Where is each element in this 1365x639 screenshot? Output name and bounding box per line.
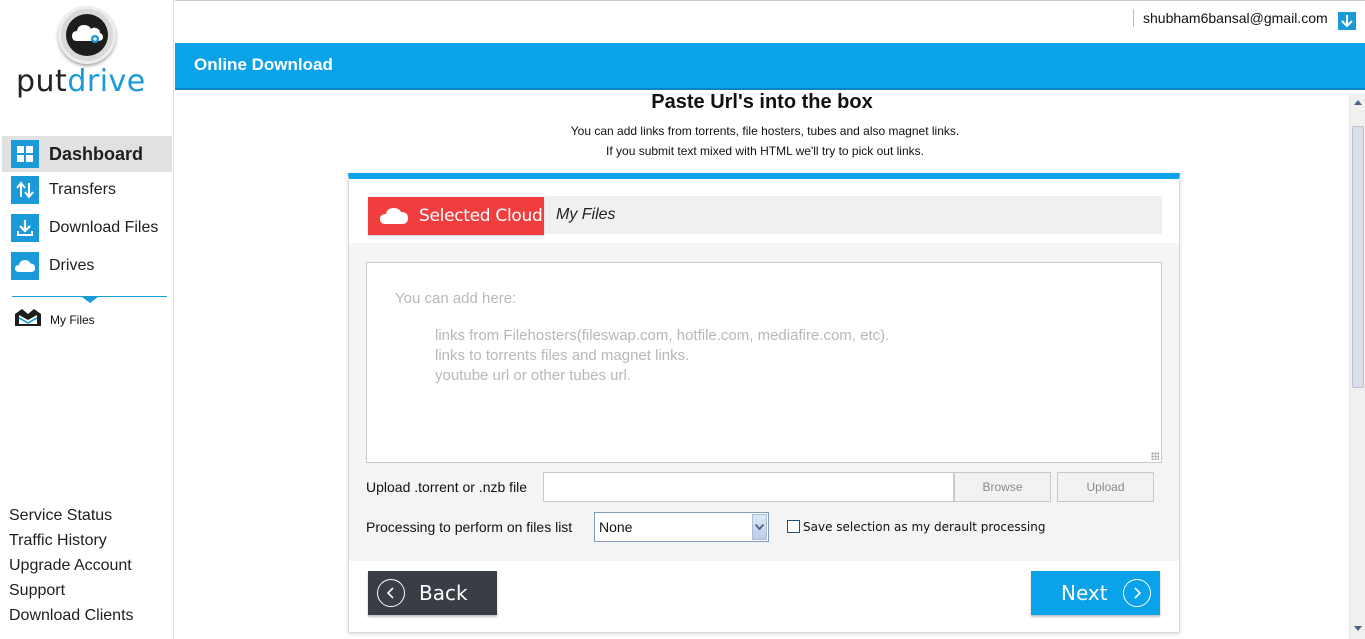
link-upgrade-account[interactable]: Upgrade Account xyxy=(9,557,132,575)
page-title: Paste Url's into the box xyxy=(651,91,873,113)
top-bar: shubham6bansal@gmail.com xyxy=(175,0,1365,43)
sidebar: putdrive Dashboard Transfers Download Fi… xyxy=(0,0,174,639)
user-menu-download-icon[interactable] xyxy=(1338,12,1356,30)
sidebar-item-dashboard[interactable]: Dashboard xyxy=(2,136,172,172)
processing-selected-value: None xyxy=(599,519,633,535)
page-header: Online Download xyxy=(175,43,1365,90)
sidebar-item-label: Dashboard xyxy=(49,143,144,164)
sidebar-item-label: Download Files xyxy=(49,219,159,236)
submenu-caret-icon xyxy=(82,297,98,303)
divider xyxy=(1133,9,1134,27)
page-header-title: Online Download xyxy=(194,55,333,74)
scroll-down-icon[interactable] xyxy=(1351,621,1365,637)
sidebar-item-label: Drives xyxy=(49,257,95,274)
browse-button[interactable]: Browse xyxy=(954,472,1051,502)
placeholder-line: links to torrents files and magnet links… xyxy=(435,347,690,364)
chevron-right-icon xyxy=(1122,579,1151,607)
torrent-file-input[interactable] xyxy=(543,472,954,502)
save-processing-label: Save selection as my derault processing xyxy=(803,520,1046,534)
resize-grip-icon[interactable] xyxy=(1151,452,1159,460)
sidebar-item-transfers[interactable]: Transfers xyxy=(2,172,172,208)
upload-button[interactable]: Upload xyxy=(1057,472,1154,502)
logo-put-text: put xyxy=(16,64,68,99)
link-support[interactable]: Support xyxy=(9,582,65,600)
folder-open-icon xyxy=(14,306,42,333)
next-button-label: Next xyxy=(1061,581,1108,605)
form-area: You can add here: links from Filehosters… xyxy=(349,243,1179,561)
placeholder-line: links from Filehosters(fileswap.com, hot… xyxy=(435,327,890,344)
cloud-icon xyxy=(11,252,39,280)
logo-wordmark: putdrive xyxy=(16,67,146,97)
selected-cloud-name: My Files xyxy=(556,206,616,223)
download-icon xyxy=(11,214,39,242)
upload-label: Upload .torrent or .nzb file xyxy=(366,479,528,495)
chevron-down-icon xyxy=(752,514,767,540)
transfer-arrows-icon xyxy=(11,176,39,204)
links-textarea[interactable]: You can add here: links from Filehosters… xyxy=(366,262,1162,463)
scrollbar-thumb[interactable] xyxy=(1352,126,1364,388)
sidebar-subitem-label: My Files xyxy=(50,312,95,327)
logo-drive-text: drive xyxy=(67,64,146,99)
logo-badge xyxy=(58,6,116,64)
processing-select[interactable]: None xyxy=(594,512,769,542)
link-download-clients[interactable]: Download Clients xyxy=(9,607,134,625)
user-email[interactable]: shubham6bansal@gmail.com xyxy=(1143,10,1328,26)
dashboard-grid-icon xyxy=(11,140,39,168)
sidebar-subitem-my-files[interactable]: My Files xyxy=(14,306,95,333)
back-button-label: Back xyxy=(419,581,468,605)
download-panel: Selected Cloud My Files You can add here… xyxy=(348,173,1180,633)
cloud-selector-bar: Selected Cloud My Files xyxy=(368,196,1162,235)
save-processing-checkbox[interactable] xyxy=(787,520,800,533)
link-traffic-history[interactable]: Traffic History xyxy=(9,532,107,550)
placeholder-intro: You can add here: xyxy=(395,290,517,307)
sidebar-item-drives[interactable]: Drives xyxy=(2,248,172,284)
logo-cloud-icon xyxy=(66,14,108,56)
next-button[interactable]: Next xyxy=(1031,571,1160,615)
back-button[interactable]: Back xyxy=(368,571,497,615)
sidebar-item-label: Transfers xyxy=(49,181,116,198)
vertical-scrollbar[interactable] xyxy=(1349,94,1365,639)
sidebar-item-download-files[interactable]: Download Files xyxy=(2,210,172,246)
cloud-icon xyxy=(379,206,409,226)
processing-label: Processing to perform on files list xyxy=(366,519,573,535)
putdrive-logo[interactable]: putdrive xyxy=(14,4,160,100)
chevron-left-icon xyxy=(377,579,405,607)
link-service-status[interactable]: Service Status xyxy=(9,507,112,525)
selected-cloud-button[interactable]: Selected Cloud xyxy=(368,197,544,235)
subtitle-line-1: You can add links from torrents, file ho… xyxy=(570,124,960,138)
subtitle-line-2: If you submit text mixed with HTML we'll… xyxy=(606,144,924,158)
placeholder-line: youtube url or other tubes url. xyxy=(435,367,631,384)
scroll-up-icon[interactable] xyxy=(1351,94,1365,110)
selected-cloud-label: Selected Cloud xyxy=(419,206,543,226)
